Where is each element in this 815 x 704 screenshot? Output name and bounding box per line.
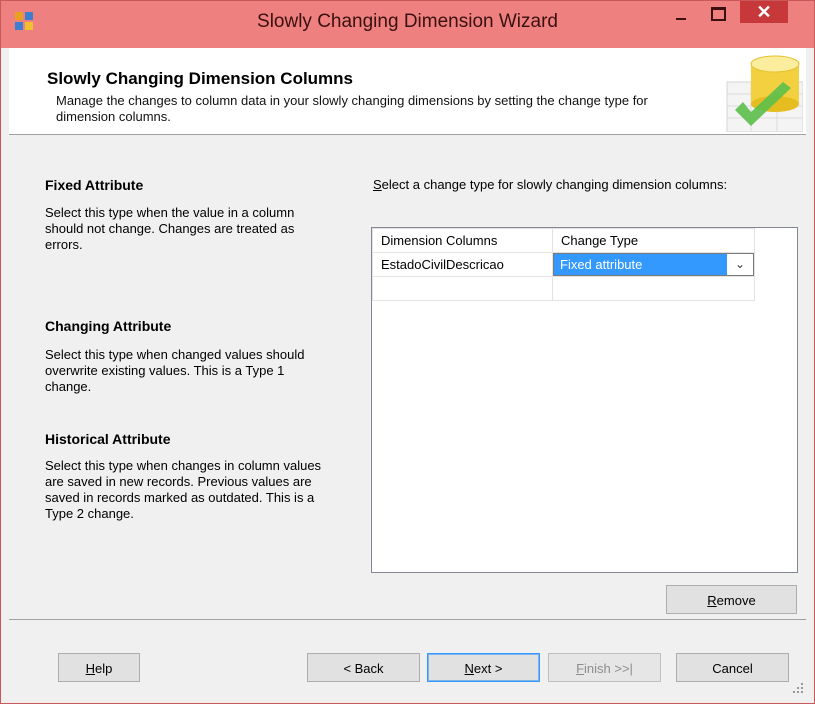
next-button[interactable]: Next > xyxy=(427,653,540,682)
new-row-change-type-cell[interactable] xyxy=(552,276,755,301)
changing-attribute-text: Select this type when changed values sho… xyxy=(45,347,305,394)
remove-button[interactable]: Remove xyxy=(666,585,797,614)
fixed-attribute-title: Fixed Attribute xyxy=(45,177,144,193)
minimize-button[interactable] xyxy=(665,1,699,31)
maximize-button[interactable] xyxy=(701,1,735,31)
column-header-change-type[interactable]: Change Type xyxy=(552,228,755,253)
change-type-value: Fixed attribute xyxy=(560,257,643,272)
wizard-body: Fixed Attribute Select this type when th… xyxy=(9,135,806,618)
finish-button: Finish >>| xyxy=(548,653,661,682)
cancel-button[interactable]: Cancel xyxy=(676,653,789,682)
page-title: Slowly Changing Dimension Columns xyxy=(47,69,354,88)
wizard-window: Slowly Changing Dimension Wizard ✕ Slowl… xyxy=(0,0,815,704)
back-button[interactable]: < Back xyxy=(307,653,420,682)
changing-attribute-title: Changing Attribute xyxy=(45,318,172,334)
new-row[interactable] xyxy=(372,276,755,301)
prompt-text: elect a change type for slowly changing … xyxy=(381,177,728,192)
table-row[interactable]: EstadoCivilDescricao Fixed attribute ⌄ xyxy=(372,252,755,277)
resize-grip-icon[interactable] xyxy=(792,682,804,694)
historical-attribute-text: Select this type when changes in column … xyxy=(45,458,322,521)
grid-prompt: Select a change type for slowly changing… xyxy=(373,177,773,193)
title-bar[interactable]: Slowly Changing Dimension Wizard ✕ xyxy=(1,1,814,48)
column-header-dimension[interactable]: Dimension Columns xyxy=(372,228,553,253)
fixed-attribute-text: Select this type when the value in a col… xyxy=(45,205,295,252)
wizard-header: Slowly Changing Dimension Columns Manage… xyxy=(9,48,806,135)
close-button[interactable]: ✕ xyxy=(740,1,788,23)
help-button[interactable]: Help xyxy=(58,653,140,682)
chevron-down-icon[interactable]: ⌄ xyxy=(727,254,753,275)
change-type-cell[interactable]: Fixed attribute ⌄ xyxy=(552,252,755,277)
new-row-dimension-cell[interactable] xyxy=(372,276,553,301)
wizard-footer: Help < Back Next > Finish >>| Cancel xyxy=(9,619,806,696)
dimension-columns-grid[interactable]: Dimension Columns Change Type EstadoCivi… xyxy=(371,227,798,573)
dimension-column-cell[interactable]: EstadoCivilDescricao xyxy=(372,252,553,277)
database-check-icon xyxy=(726,55,803,132)
historical-attribute-title: Historical Attribute xyxy=(45,431,171,447)
page-subtitle: Manage the changes to column data in you… xyxy=(56,93,648,124)
change-type-dropdown[interactable]: Fixed attribute ⌄ xyxy=(553,253,754,276)
grid-header-row: Dimension Columns Change Type xyxy=(372,228,755,253)
prompt-mnemonic: S xyxy=(373,177,382,192)
